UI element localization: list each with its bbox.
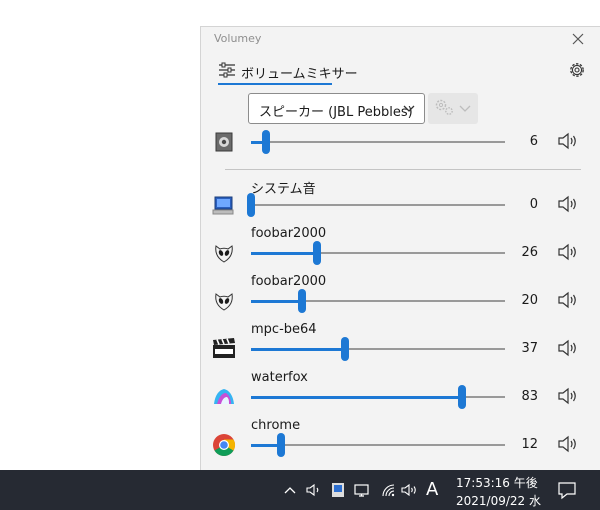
title-bar: Volumey — [201, 27, 600, 51]
session-volume-thumb[interactable] — [457, 385, 466, 409]
session-volume-value: 12 — [521, 437, 538, 452]
device-volume-slider[interactable] — [251, 130, 505, 154]
wifi-icon[interactable] — [378, 480, 398, 500]
session-name: waterfox — [251, 370, 308, 385]
tray-speaker-icon[interactable] — [304, 480, 324, 500]
session-volume-slider[interactable] — [251, 241, 505, 265]
tray-volume-icon[interactable] — [400, 480, 420, 500]
session-volume-fill — [251, 299, 302, 303]
session-mute-speaker-icon[interactable] — [557, 338, 579, 358]
session-volume-fill — [251, 251, 318, 255]
session-volume-slider[interactable] — [247, 193, 505, 217]
session-name: chrome — [251, 418, 301, 433]
taskbar: A 17:53:16 午後 2021/09/22 水 — [0, 470, 600, 510]
chrome-icon — [213, 434, 235, 456]
settings-button[interactable] — [567, 60, 587, 80]
session-row: foobar2000 20 — [201, 274, 600, 322]
session-volume-fill — [251, 347, 345, 351]
session-row: mpc-be64 37 — [201, 322, 600, 370]
session-mute-speaker-icon[interactable] — [557, 386, 579, 406]
session-volume-thumb[interactable] — [313, 241, 322, 265]
session-volume-slider[interactable] — [251, 289, 505, 313]
session-volume-value: 26 — [521, 245, 538, 260]
mpc-be-icon — [213, 338, 235, 358]
chevron-up-icon[interactable] — [280, 480, 300, 500]
session-volume-thumb[interactable] — [277, 433, 286, 457]
tab-volume-mixer[interactable]: ボリュームミキサー — [216, 57, 358, 85]
mixer-sliders-icon — [219, 62, 235, 78]
notification-center-icon[interactable] — [556, 479, 578, 501]
foobar2000-icon — [215, 293, 233, 311]
session-volume-value: 20 — [521, 293, 538, 308]
session-row: foobar2000 26 — [201, 226, 600, 274]
session-volume-thumb[interactable] — [297, 289, 306, 313]
session-mute-speaker-icon[interactable] — [557, 290, 579, 310]
device-volume-row: 6 — [201, 115, 600, 163]
chevron-down-icon — [403, 105, 415, 112]
session-row: システム音 0 — [201, 178, 600, 226]
session-mute-speaker-icon[interactable] — [557, 194, 579, 214]
close-button[interactable] — [567, 30, 589, 48]
session-name: システム音 — [251, 182, 316, 197]
ime-indicator[interactable]: A — [426, 479, 438, 500]
speaker-device-icon — [215, 132, 233, 152]
clock-time[interactable]: 17:53:16 午後 — [456, 474, 538, 491]
app-title: Volumey — [214, 32, 262, 45]
close-icon — [572, 33, 584, 45]
session-mute-speaker-icon[interactable] — [557, 434, 579, 454]
device-volume-thumb[interactable] — [262, 130, 271, 154]
session-row: chrome 12 — [201, 418, 600, 466]
session-row: waterfox 83 — [201, 370, 600, 418]
session-name: mpc-be64 — [251, 322, 317, 337]
tray-app-icon[interactable] — [328, 480, 348, 500]
session-volume-slider[interactable] — [251, 385, 505, 409]
device-mute-speaker-icon[interactable] — [557, 131, 579, 151]
gear-icon — [570, 63, 584, 77]
session-mute-speaker-icon[interactable] — [557, 242, 579, 262]
session-volume-slider[interactable] — [251, 433, 505, 457]
foobar2000-icon — [215, 245, 233, 263]
session-volume-fill — [251, 395, 462, 399]
session-volume-value: 0 — [529, 197, 538, 212]
session-volume-thumb[interactable] — [247, 193, 255, 217]
volumey-panel: Volumey ボリュームミキサー スピーカー (JBL Pebbles) 6 … — [200, 26, 600, 470]
system-sounds-icon — [212, 196, 234, 215]
tab-active-indicator — [218, 83, 332, 85]
tray-monitor-icon[interactable] — [352, 480, 372, 500]
session-name: foobar2000 — [251, 226, 327, 241]
session-volume-value: 83 — [521, 389, 538, 404]
session-volume-thumb[interactable] — [340, 337, 349, 361]
session-volume-value: 37 — [521, 341, 538, 356]
session-name: foobar2000 — [251, 274, 327, 289]
clock-date[interactable]: 2021/09/22 水 — [456, 492, 541, 509]
waterfox-icon — [214, 389, 234, 404]
device-volume-value: 6 — [529, 134, 538, 149]
session-volume-slider[interactable] — [251, 337, 505, 361]
tab-volume-mixer-label: ボリュームミキサー — [241, 67, 358, 82]
device-divider — [225, 169, 581, 170]
